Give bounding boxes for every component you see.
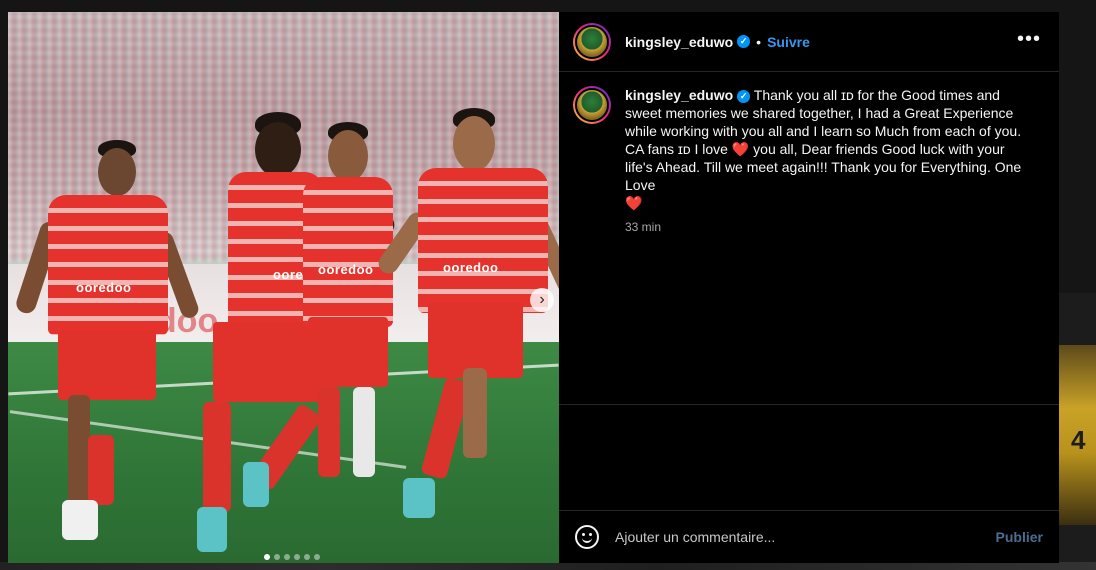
header-separator: • — [756, 33, 762, 50]
heart-icon: ❤️ — [731, 141, 750, 157]
carousel-dot[interactable] — [294, 554, 300, 560]
carousel-dots — [264, 554, 320, 560]
emoji-smile-icon[interactable] — [575, 525, 599, 549]
follow-button[interactable]: Suivre — [767, 34, 810, 50]
post-actions-area — [559, 404, 1059, 510]
carousel-dot[interactable] — [284, 554, 290, 560]
carousel-next-button[interactable]: › — [530, 288, 554, 312]
comment-bar: Publier — [559, 510, 1059, 563]
player-center-back: ooredoo — [298, 122, 408, 502]
verified-badge-icon: ✓ — [737, 89, 751, 103]
comment-input[interactable] — [615, 529, 975, 545]
background-bottom-strip — [0, 562, 1096, 570]
post-caption: kingsley_eduwo ✓ Thank you all ɪᴅ for the… — [573, 86, 1043, 236]
chevron-right-icon: › — [539, 291, 545, 308]
more-horizontal-icon[interactable]: ••• — [1017, 28, 1041, 51]
avatar[interactable] — [573, 22, 611, 61]
player-right: ooredoo — [374, 108, 559, 528]
header-username[interactable]: kingsley_eduwo — [625, 34, 733, 50]
background-feed-photo: 4 — [1059, 345, 1096, 525]
post-side-panel: kingsley_eduwo ✓ • Suivre ••• kingsley_e… — [559, 12, 1059, 563]
caption-avatar[interactable] — [573, 86, 611, 124]
post-timestamp[interactable]: 33 min — [625, 218, 1030, 236]
publish-button[interactable]: Publier — [996, 529, 1043, 545]
post-header: kingsley_eduwo ✓ • Suivre ••• — [559, 12, 1059, 72]
player-left: ooredoo — [13, 140, 201, 550]
verified-badge-icon: ✓ — [737, 35, 751, 48]
heart-icon: ❤️ — [625, 195, 643, 211]
carousel-dot[interactable] — [304, 554, 310, 560]
carousel-dot[interactable] — [264, 554, 270, 560]
carousel-dot[interactable] — [314, 554, 320, 560]
caption-username[interactable]: kingsley_eduwo — [625, 87, 733, 103]
carousel-dot[interactable] — [274, 554, 280, 560]
post-image[interactable]: oredoo ooredoo ooredoo ooredoo — [8, 12, 559, 563]
